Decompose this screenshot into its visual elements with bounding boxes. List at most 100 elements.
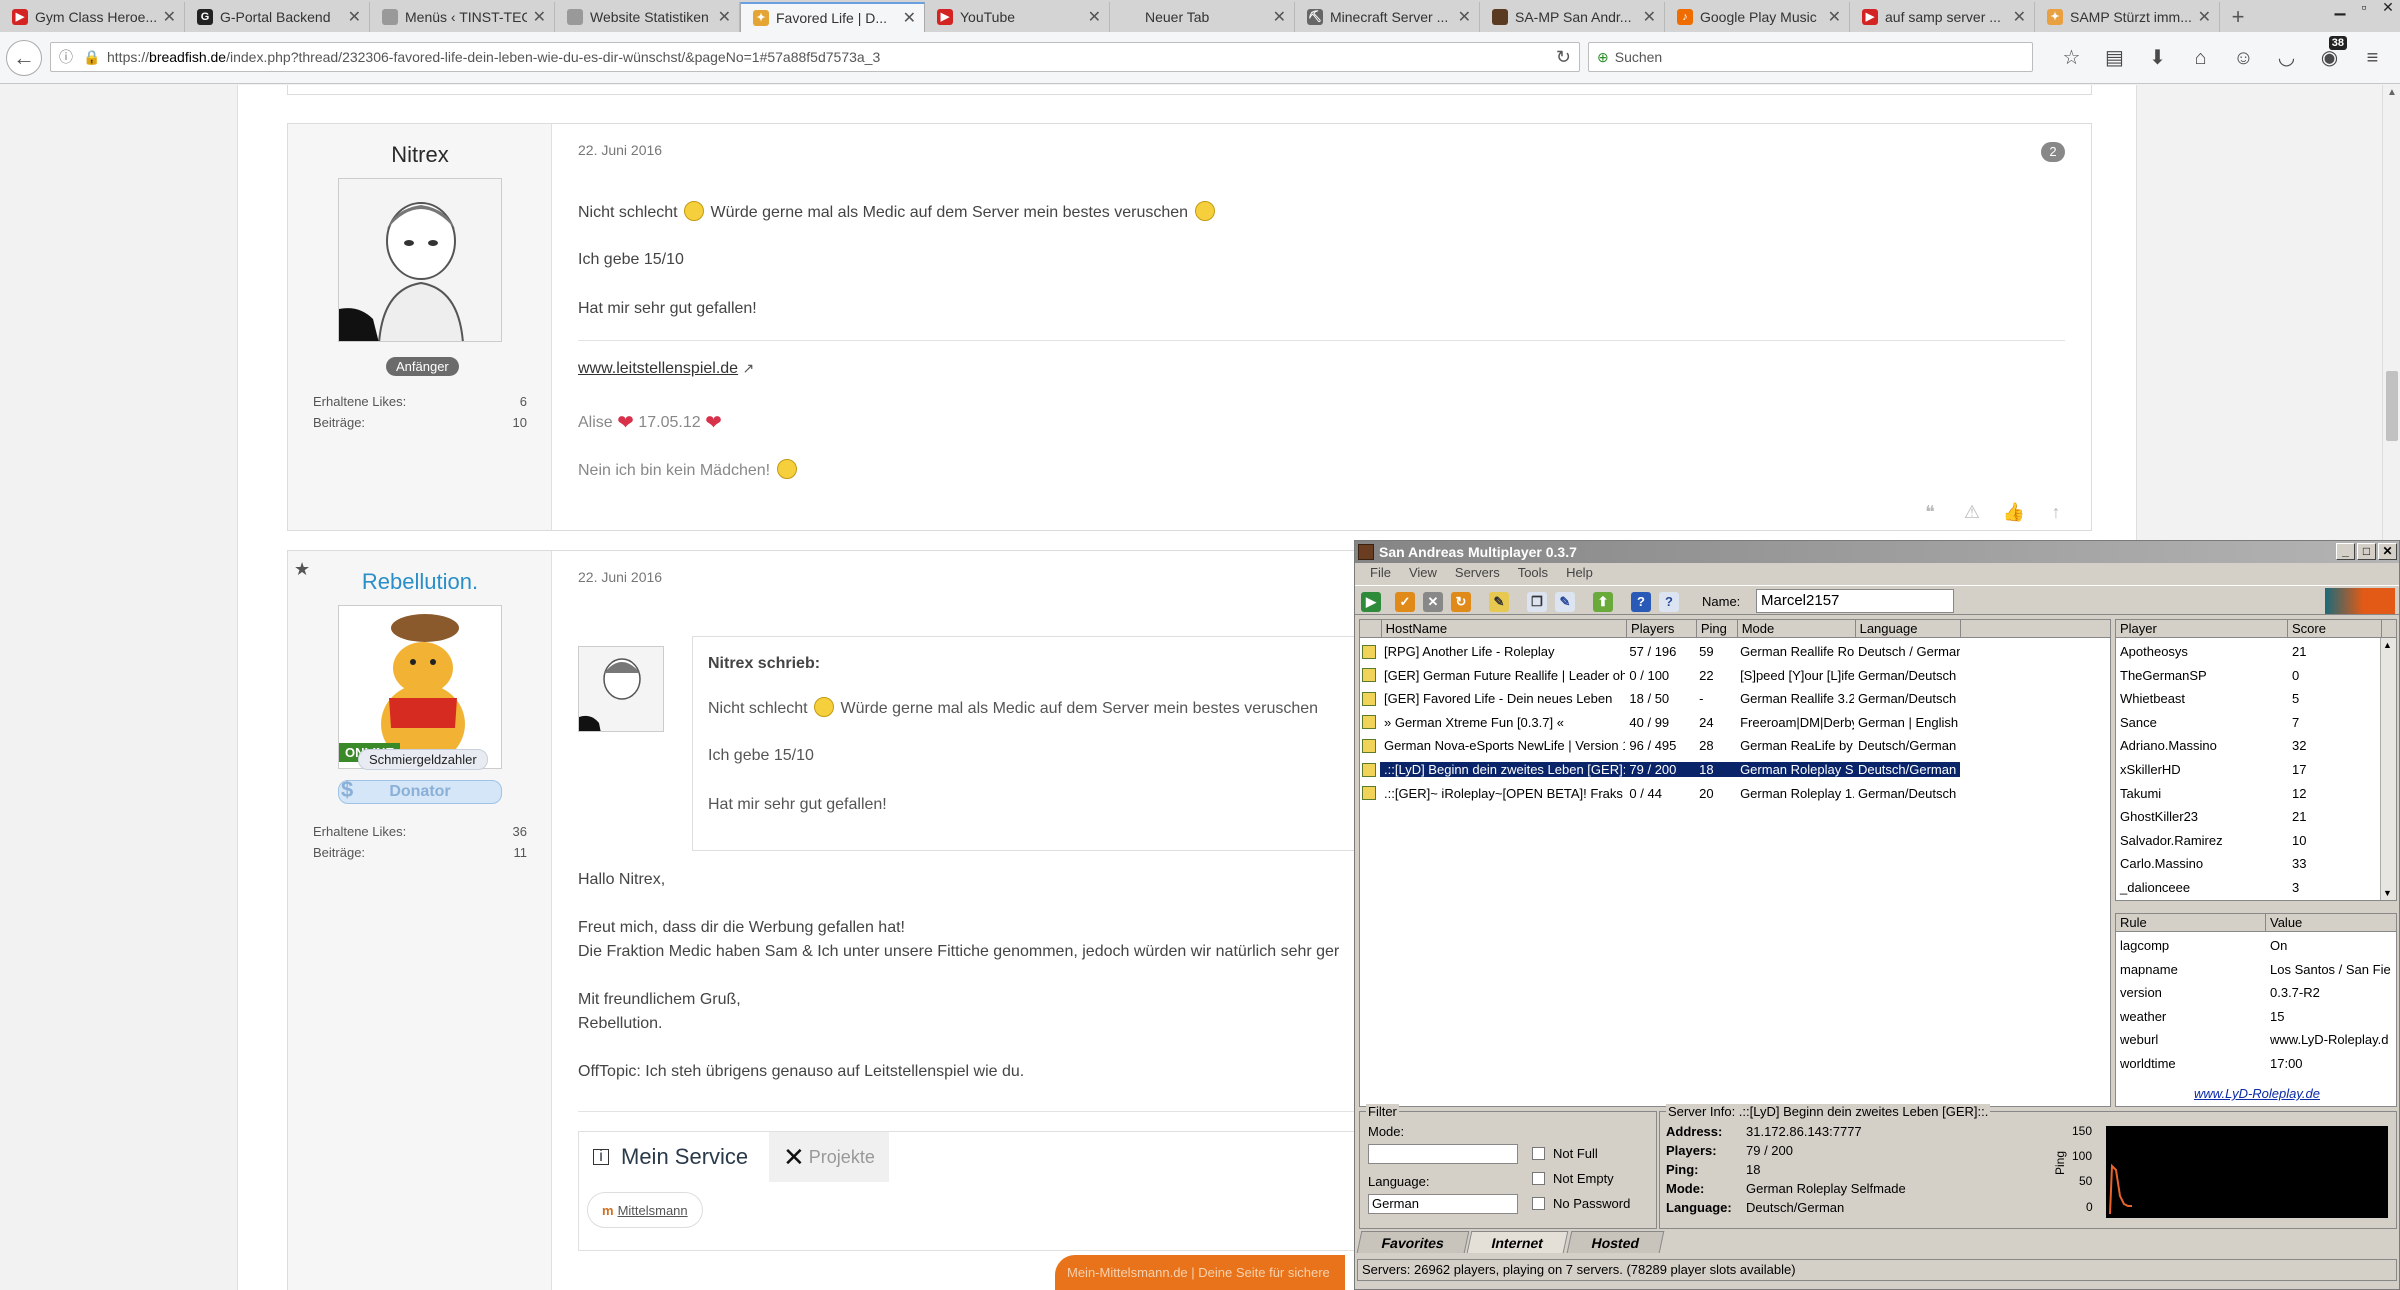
column-header[interactable]: Score <box>2288 620 2382 637</box>
not-full-checkbox[interactable]: Not Full <box>1532 1146 1598 1161</box>
column-header[interactable]: Player <box>2116 620 2288 637</box>
pocket-icon[interactable]: ◡ <box>2265 44 2308 72</box>
rule-row[interactable]: mapname Los Santos / San Fie <box>2116 958 2396 981</box>
menu-item[interactable]: File <box>1361 563 1400 583</box>
rule-row[interactable]: weburl www.LyD-Roleplay.d <box>2116 1028 2396 1051</box>
minimize-icon[interactable]: _ <box>2336 543 2355 560</box>
close-tab-icon[interactable]: ✕ <box>2198 7 2211 27</box>
url-bar[interactable]: ⓘ 🔒 https://breadfish.de/index.php?threa… <box>50 42 1580 72</box>
scroll-top-icon[interactable]: ↑ <box>2035 502 2077 523</box>
close-tab-icon[interactable]: ✕ <box>718 7 731 27</box>
quote-author[interactable]: Nitrex schrieb: <box>708 655 820 673</box>
server-row[interactable]: .::[LyD] Beginn dein zweites Leben [GER]… <box>1360 758 1960 781</box>
player-row[interactable]: Sance 7 <box>2116 711 2382 734</box>
browser-tab[interactable]: Menüs ‹ TINST-TECH ... ✕ <box>370 2 555 32</box>
server-row[interactable]: [GER] Favored Life - Dein neues Leben 18 … <box>1360 687 1960 710</box>
likes-count[interactable]: 36 <box>513 824 527 839</box>
close-tab-icon[interactable]: ✕ <box>1088 7 1101 27</box>
maximize-icon[interactable]: ▫ <box>2352 0 2376 16</box>
checkbox-box[interactable] <box>1532 1172 1545 1185</box>
like-icon[interactable]: 👍 <box>1993 502 2035 523</box>
browser-tab[interactable]: ✦ SAMP Stürzt imm... ✕ <box>2035 2 2220 32</box>
tab-mein-service[interactable]: i Mein Service <box>579 1132 763 1182</box>
search-input[interactable]: ⊕ Suchen <box>1588 42 2033 72</box>
close-window-icon[interactable]: ✕ <box>2376 0 2400 16</box>
column-header[interactable]: Rule <box>2116 914 2266 931</box>
player-row[interactable]: xSkillerHD 17 <box>2116 758 2382 781</box>
info-icon[interactable]: ⓘ <box>59 47 77 67</box>
browser-tab[interactable]: ⛏ Minecraft Server ... ✕ <box>1295 2 1480 32</box>
not-empty-checkbox[interactable]: Not Empty <box>1532 1171 1614 1186</box>
author-name[interactable]: Rebellution. <box>288 569 552 595</box>
post-date[interactable]: 22. Juni 2016 <box>578 142 662 158</box>
server-row[interactable]: » German Xtreme Fun [0.3.7] « 40 / 99 24 Fr… <box>1360 711 1960 734</box>
add-favorite-icon[interactable]: ✓ <box>1395 592 1415 612</box>
server-row[interactable]: German Nova-eSports NewLife | Version 1.… <box>1360 734 1960 757</box>
new-tab-button[interactable]: + <box>2220 2 2256 32</box>
about-icon[interactable]: ? <box>1659 592 1679 612</box>
promo-banner[interactable]: Mein-Mittelsmann.de | Deine Seite für si… <box>1055 1255 1345 1290</box>
menu-icon[interactable]: ≡ <box>2351 44 2394 72</box>
player-list-scrollbar[interactable]: ▲ ▼ <box>2380 638 2396 900</box>
column-header[interactable]: Ping <box>1697 620 1738 637</box>
browser-tab[interactable]: ▶ YouTube ✕ <box>925 2 1110 32</box>
rule-row[interactable]: worldtime 17:00 <box>2116 1052 2396 1075</box>
posts-count[interactable]: 10 <box>513 415 527 430</box>
player-row[interactable]: GhostKiller23 21 <box>2116 805 2382 828</box>
author-name[interactable]: Nitrex <box>288 142 552 168</box>
reload-icon[interactable]: ↻ <box>1556 47 1571 68</box>
scroll-up-icon[interactable]: ▲ <box>2383 640 2392 650</box>
tab-internet[interactable]: Internet <box>1466 1231 1569 1253</box>
player-row[interactable]: Adriano.Massino 32 <box>2116 734 2382 757</box>
rule-row[interactable]: lagcomp On <box>2116 934 2396 957</box>
report-icon[interactable]: ⚠ <box>1951 502 1993 523</box>
tab-hosted[interactable]: Hosted <box>1566 1231 1665 1253</box>
column-header[interactable]: Mode <box>1738 620 1856 637</box>
column-header[interactable]: HostName <box>1382 620 1628 637</box>
avatar[interactable]: ONLINE <box>338 605 502 769</box>
player-row[interactable]: Salvador.Ramirez 10 <box>2116 829 2382 852</box>
server-row[interactable]: [GER] German Future Reallife | Leader oh… <box>1360 664 1960 687</box>
likes-count[interactable]: 6 <box>520 394 527 409</box>
properties-icon[interactable]: ✎ <box>1555 592 1575 612</box>
checkbox-box[interactable] <box>1532 1147 1545 1160</box>
menu-item[interactable]: Servers <box>1446 563 1509 583</box>
close-tab-icon[interactable]: ✕ <box>1643 7 1656 27</box>
home-icon[interactable]: ⌂ <box>2179 44 2222 72</box>
player-row[interactable]: Whietbeast 5 <box>2116 687 2382 710</box>
edit-icon[interactable]: ✎ <box>1489 592 1509 612</box>
back-button[interactable]: ← <box>6 40 42 76</box>
scroll-up-icon[interactable]: ▲ <box>2387 87 2397 98</box>
post-date[interactable]: 22. Juni 2016 <box>578 569 662 585</box>
player-row[interactable]: Takumi 12 <box>2116 782 2382 805</box>
player-row[interactable]: TheGermanSP 0 <box>2116 664 2382 687</box>
browser-tab[interactable]: Website Statistiken ‹ ... ✕ <box>555 2 740 32</box>
master-list-icon[interactable]: ⬆ <box>1593 592 1613 612</box>
browser-tab[interactable]: ♪ Google Play Music ✕ <box>1665 2 1850 32</box>
tab-projekte[interactable]: ✕ Projekte <box>769 1132 889 1182</box>
browser-tab[interactable]: SA-MP San Andr... ✕ <box>1480 2 1665 32</box>
extension-icon[interactable]: ◉ 38 <box>2308 36 2351 72</box>
samp-title-bar[interactable]: San Andreas Multiplayer 0.3.7 _ □ ✕ <box>1355 541 2399 563</box>
browser-tab[interactable]: Neuer Tab ✕ <box>1110 2 1295 32</box>
menu-item[interactable]: Help <box>1557 563 1602 583</box>
column-header[interactable]: Language <box>1856 620 1962 637</box>
service-link[interactable]: m Mittelsmann <box>587 1192 703 1228</box>
menu-item[interactable]: View <box>1400 563 1446 583</box>
browser-tab[interactable]: ▶ auf samp server ... ✕ <box>1850 2 2035 32</box>
close-tab-icon[interactable]: ✕ <box>1828 7 1841 27</box>
close-tab-icon[interactable]: ✕ <box>903 8 916 28</box>
bookmark-star-icon[interactable]: ☆ <box>2050 44 2093 72</box>
checkbox-box[interactable] <box>1532 1197 1545 1210</box>
player-row[interactable]: Carlo.Massino 33 <box>2116 852 2382 875</box>
post-number[interactable]: 2 <box>2041 142 2065 162</box>
column-header[interactable] <box>1360 620 1382 637</box>
lock-warning-icon[interactable]: 🔒 <box>83 49 101 66</box>
browser-tab[interactable]: ✦ Favored Life | D... ✕ <box>740 2 925 32</box>
close-tab-icon[interactable]: ✕ <box>1458 7 1471 27</box>
remove-favorite-icon[interactable]: ✕ <box>1423 592 1443 612</box>
posts-count[interactable]: 11 <box>514 845 528 860</box>
player-name-input[interactable]: Marcel2157 <box>1756 589 1954 613</box>
quote-icon[interactable]: ❝ <box>1909 502 1951 523</box>
reading-list-icon[interactable]: ▤ <box>2093 44 2136 72</box>
